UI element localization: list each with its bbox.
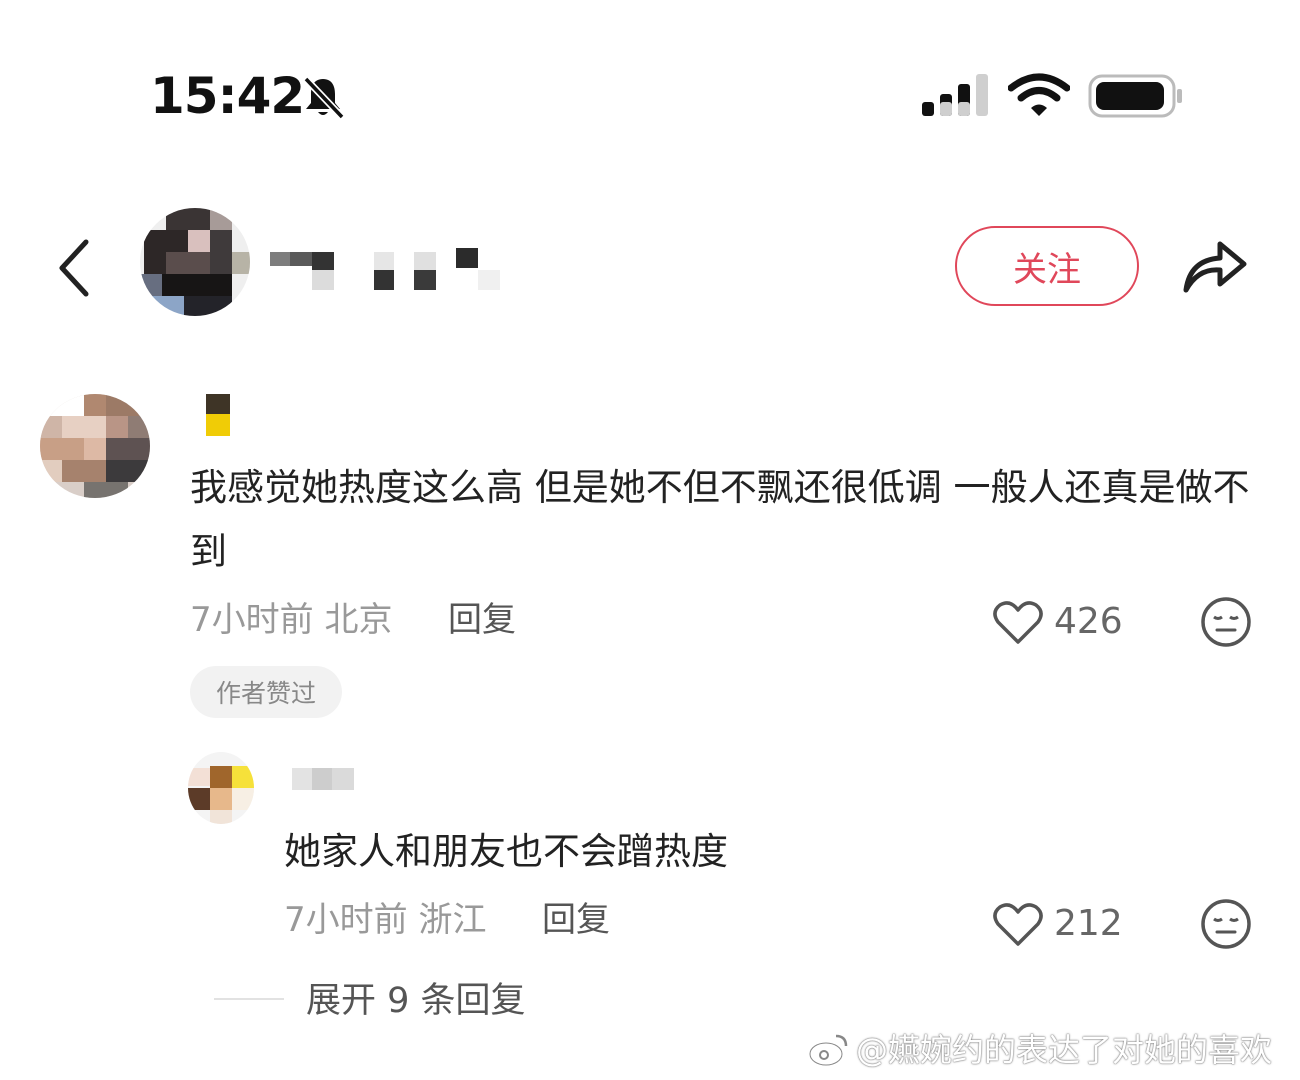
comment-location: 北京 [324,600,393,640]
author-name-mosaic [270,248,500,290]
weibo-icon [808,1034,848,1067]
battery-icon [1088,74,1182,118]
commenter-name-mosaic [206,394,230,436]
watermark: @嬿婉约的表达了对她的喜欢 [808,1028,1272,1072]
expand-replies-button[interactable]: 展开 9 条回复 [306,978,526,1024]
status-time: 15:42 [150,67,305,125]
comment-text: 我感觉她热度这么高 但是她不但不飘还很低调 一般人还真是做不到 [190,466,1250,573]
comment-time: 7小时前 [190,600,314,640]
back-icon[interactable] [52,236,96,300]
bell-muted-icon [303,76,345,120]
heart-icon[interactable] [992,900,1044,948]
heart-icon[interactable] [992,598,1044,646]
replier-avatar[interactable] [188,752,254,824]
comment-reply-button[interactable]: 回复 [448,598,516,642]
watermark-text: @嬿婉约的表达了对她的喜欢 [856,1031,1273,1069]
replier-name-mosaic [292,768,354,790]
reply-location: 浙江 [418,900,487,940]
face-icon[interactable] [1200,596,1252,648]
wifi-icon [1008,73,1070,116]
reply-text: 她家人和朋友也不会蹭热度 [284,830,728,873]
author-liked-badge: 作者赞过 [190,666,342,718]
commenter-avatar[interactable] [40,394,150,498]
reply-meta: 7小时前 浙江 [284,898,486,942]
reply-time: 7小时前 [284,900,408,940]
reply-reply-button[interactable]: 回复 [542,898,610,942]
face-icon[interactable] [1200,898,1252,950]
expand-divider [214,998,284,1000]
share-icon[interactable] [1180,232,1250,298]
comment-like-count: 426 [1054,601,1123,642]
follow-button[interactable]: 关注 [955,226,1139,306]
author-avatar[interactable] [140,208,250,316]
reply-like-count: 212 [1054,903,1123,944]
signal-icon [922,74,988,116]
comment-meta: 7小时前 北京 [190,598,392,642]
